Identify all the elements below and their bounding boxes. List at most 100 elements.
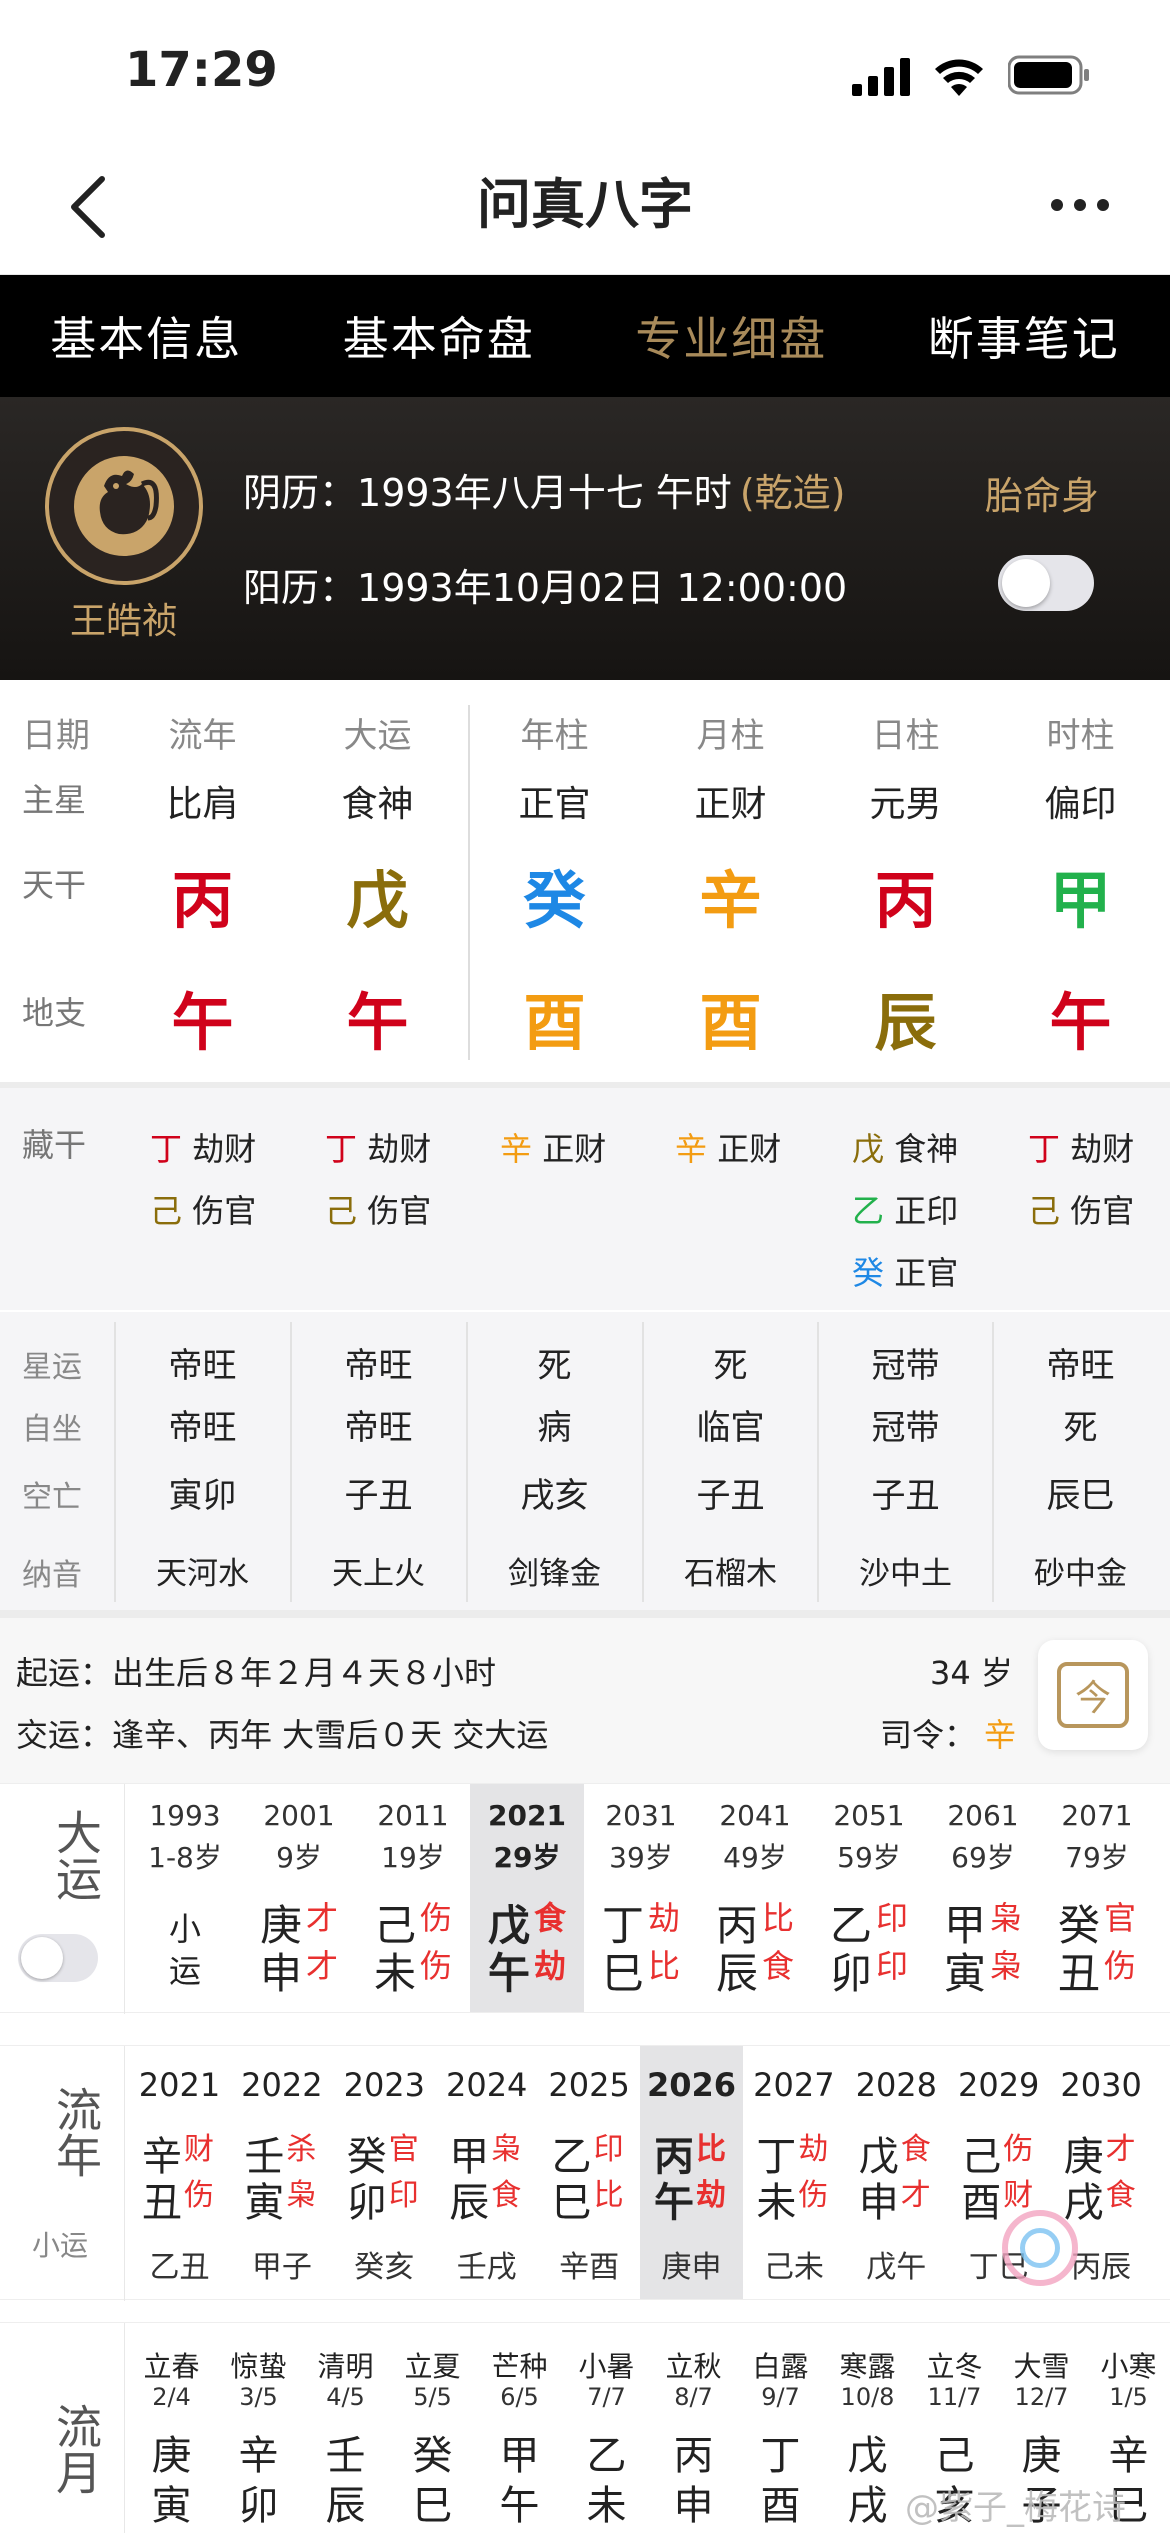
profile-banner: 王皓祯 阴历：1993年八月十七 午时(乾造) 阳历：1993年10月02日 1…	[0, 397, 1170, 680]
tab-notes[interactable]: 断事笔记	[878, 275, 1170, 397]
liunian-branch-god: 财	[1003, 2176, 1033, 2216]
liuyue-item[interactable]: 立秋8/7丙申	[650, 2323, 737, 2533]
siling-value: 辛	[984, 1716, 1016, 1754]
star-liunian: 比肩	[115, 775, 290, 827]
stem-dayun[interactable]: 戊	[290, 850, 465, 940]
jieqi-date: 5/5	[389, 2383, 476, 2411]
more-button[interactable]	[1045, 185, 1115, 225]
tab-basic-chart[interactable]: 基本命盘	[293, 275, 586, 397]
dayun-branch-god: 伤	[1104, 1946, 1136, 1986]
tai-toggle[interactable]	[998, 555, 1094, 611]
nayin-day: 沙中土	[818, 1548, 993, 1593]
today-button[interactable]: 今	[1038, 1640, 1148, 1750]
zizuo-liunian: 帝旺	[115, 1400, 290, 1449]
liunian-item[interactable]: 2027丁劫未伤己未	[742, 2046, 845, 2299]
liunian-branch: 寅	[244, 2170, 284, 2228]
branch-dayun[interactable]: 午	[290, 972, 465, 1062]
dayun-age: 59岁	[812, 1836, 926, 1876]
dayun-year: 2041	[698, 1799, 812, 1832]
tab-bar: 基本信息 基本命盘 专业细盘 断事笔记	[0, 275, 1170, 397]
liuyue-item[interactable]: 小暑7/7乙未	[563, 2323, 650, 2533]
stem-day[interactable]: 丙	[818, 850, 993, 940]
tab-professional-chart[interactable]: 专业细盘	[585, 275, 878, 397]
dayun-item[interactable]: 207179岁癸官丑伤	[1040, 1784, 1154, 2012]
avatar[interactable]	[45, 427, 203, 585]
liuyue-branch: 申	[650, 2473, 737, 2531]
jieqi-name: 立春	[128, 2345, 215, 2385]
calendar-icon: 今	[1057, 1662, 1129, 1728]
jieqi-date: 2/4	[128, 2383, 215, 2411]
dayun-section: 大运 19931-8岁小运20019岁庚才申才201119岁己伤未伤202129…	[0, 1783, 1170, 2013]
hidden-god: 正财	[717, 1130, 781, 1168]
hidden-stem: 辛	[500, 1130, 532, 1168]
liunian-item[interactable]: 2025乙印巳比辛酉	[538, 2046, 641, 2299]
stem-month[interactable]: 辛	[643, 850, 818, 940]
branch-liunian[interactable]: 午	[115, 972, 290, 1062]
dayun-stem: 小	[128, 1904, 242, 1950]
branch-day[interactable]: 辰	[818, 972, 993, 1062]
kongwang-day: 子丑	[818, 1468, 993, 1517]
dayun-item[interactable]: 203139岁丁劫巳比	[584, 1784, 698, 2012]
dayun-item[interactable]: 20019岁庚才申才	[242, 1784, 356, 2012]
nayin-year: 剑锋金	[467, 1548, 642, 1593]
dayun-year: 2001	[242, 1799, 356, 1832]
liunian-stem-god: 枭	[491, 2130, 521, 2170]
more-dots-icon	[1045, 185, 1115, 225]
jieqi-name: 大雪	[998, 2345, 1085, 2385]
hidden-god: 劫财	[1070, 1130, 1134, 1168]
wifi-icon	[933, 54, 985, 96]
dayun-item[interactable]: 205159岁乙印卯印	[812, 1784, 926, 2012]
stem-year[interactable]: 癸	[467, 850, 642, 940]
jieqi-date: 8/7	[650, 2383, 737, 2411]
liuyue-item[interactable]: 白露9/7丁酉	[737, 2323, 824, 2533]
dayun-branch-god: 枭	[990, 1946, 1022, 1986]
dayun-item[interactable]: 19931-8岁小运	[128, 1784, 242, 2012]
dayun-item[interactable]: 202129岁戊食午劫	[470, 1784, 584, 2012]
branch-month[interactable]: 酉	[643, 972, 818, 1062]
liunian-branch: 酉	[961, 2170, 1001, 2228]
liuyue-item[interactable]: 惊蛰3/5辛卯	[215, 2323, 302, 2533]
liuyue-item[interactable]: 立夏5/5癸巳	[389, 2323, 476, 2533]
dayun-age: 1-8岁	[128, 1836, 242, 1876]
dayun-item[interactable]: 201119岁己伤未伤	[356, 1784, 470, 2012]
hidden-god: 正财	[542, 1130, 606, 1168]
dayun-age: 69岁	[926, 1836, 1040, 1876]
liunian-stem-god: 官	[389, 2130, 419, 2170]
liuyue-item[interactable]: 芒种6/5甲午	[476, 2323, 563, 2533]
liunian-item[interactable]: 2023癸官卯印癸亥	[333, 2046, 436, 2299]
dayun-stem-god: 劫	[648, 1898, 680, 1938]
liunian-item[interactable]: 2022壬杀寅枭甲子	[230, 2046, 333, 2299]
zizuo-day: 冠带	[818, 1400, 993, 1449]
hidden-col-hour: 丁 劫财 己 伤官	[1028, 1118, 1134, 1242]
tai-ming-shen-link[interactable]: 胎命身	[985, 465, 1099, 520]
liunian-branch-god: 才	[901, 2176, 931, 2216]
dayun-year: 2061	[926, 1799, 1040, 1832]
liuyue-item[interactable]: 立春2/4庚寅	[128, 2323, 215, 2533]
liunian-item[interactable]: 2024甲枭辰食壬戌	[435, 2046, 538, 2299]
liunian-item[interactable]: 2028戊食申才戊午	[845, 2046, 948, 2299]
dayun-item[interactable]: 206169岁甲枭寅枭	[926, 1784, 1040, 2012]
stem-liunian[interactable]: 丙	[115, 850, 290, 940]
branch-year[interactable]: 酉	[467, 972, 642, 1062]
jieqi-date: 3/5	[215, 2383, 302, 2411]
liunian-year: 2028	[845, 2066, 948, 2104]
dayun-age: 79岁	[1040, 1836, 1154, 1876]
branch-hour[interactable]: 午	[993, 972, 1168, 1062]
liuyue-item[interactable]: 清明4/5壬辰	[302, 2323, 389, 2533]
liunian-item[interactable]: 2026丙比午劫庚申	[640, 2046, 743, 2299]
dayun-year: 2051	[812, 1799, 926, 1832]
stats-section: 星运 自坐 空亡 纳音 帝旺 帝旺 寅卯 天河水 帝旺 帝旺 子丑 天上火 死 …	[0, 1310, 1170, 1610]
dayun-age: 9岁	[242, 1836, 356, 1876]
tab-basic-info[interactable]: 基本信息	[0, 275, 293, 397]
star-day: 元男	[818, 775, 993, 827]
star-year: 正官	[467, 775, 642, 827]
kongwang-liunian: 寅卯	[115, 1468, 290, 1517]
hidden-stem: 癸	[852, 1254, 884, 1292]
dayun-item[interactable]: 204149岁丙比辰食	[698, 1784, 812, 2012]
liuyue-branch: 卯	[215, 2473, 302, 2531]
stem-hour[interactable]: 甲	[993, 850, 1168, 940]
liuyue-item[interactable]: 寒露10/8戊戌	[824, 2323, 911, 2533]
dayun-toggle[interactable]	[18, 1934, 98, 1982]
liunian-item[interactable]: 2021辛财丑伤乙丑	[128, 2046, 231, 2299]
dayun-branch: 巳	[602, 1940, 644, 2001]
